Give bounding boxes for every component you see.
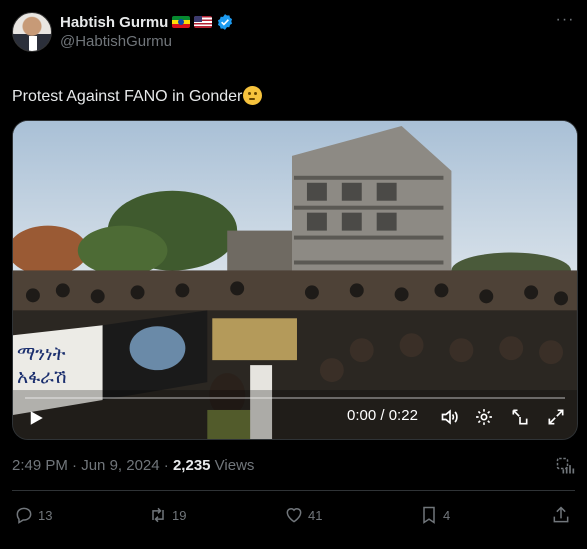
current-time: 0:00	[347, 407, 377, 424]
thinking-face-icon	[243, 86, 263, 105]
repost-button[interactable]: 19	[148, 505, 186, 525]
avatar[interactable]	[12, 12, 52, 52]
play-icon[interactable]	[27, 409, 45, 427]
video-time: 0:00 / 0:22	[347, 407, 418, 424]
reply-count: 13	[38, 507, 53, 523]
tweet-date[interactable]: Jun 9, 2024	[81, 457, 159, 474]
time-separator: /	[376, 407, 389, 424]
tweet-text-content: Protest Against FANO in Gonder	[12, 88, 243, 105]
reply-button[interactable]: 13	[14, 505, 52, 525]
duration: 0:22	[388, 407, 418, 424]
author-handle[interactable]: @HabtishGurmu	[60, 33, 172, 50]
fullscreen-icon[interactable]	[546, 407, 566, 427]
like-button[interactable]: 41	[284, 505, 322, 525]
progress-bar[interactable]	[25, 397, 565, 399]
banner-text-line-2: አፋራሽ	[17, 366, 67, 388]
repost-icon	[152, 507, 164, 523]
views-label: Views	[210, 457, 255, 474]
volume-icon[interactable]	[440, 407, 460, 427]
bookmark-icon	[423, 506, 435, 524]
repost-count: 19	[172, 507, 187, 523]
like-count: 41	[308, 507, 323, 523]
author-name-row: Habtish Gurmu	[60, 12, 234, 32]
reply-icon	[16, 507, 32, 524]
tweet-header: Habtish Gurmu @HabtishGurmu ···	[12, 12, 575, 56]
video-controls: 0:00 / 0:22	[13, 393, 577, 439]
meta-dot: ·	[67, 457, 82, 474]
share-button[interactable]	[551, 505, 571, 525]
views-count: 2,235	[172, 457, 211, 474]
more-options-icon[interactable]: ···	[555, 12, 575, 34]
heart-icon	[286, 508, 302, 523]
settings-gear-icon[interactable]	[474, 407, 494, 427]
verified-badge-icon[interactable]	[216, 13, 234, 31]
tweet-meta: 2:49 PM · Jun 9, 2024 · 2,235 Views	[12, 457, 254, 474]
divider	[12, 490, 575, 491]
meta-dot-2: ·	[159, 457, 173, 474]
bookmark-count: 4	[443, 507, 451, 523]
ethiopia-flag-icon	[172, 16, 191, 28]
share-icon	[553, 506, 569, 523]
tweet-time[interactable]: 2:49 PM	[12, 457, 68, 474]
action-bar: 13 19 41 4	[14, 505, 573, 527]
us-flag-icon	[194, 16, 213, 28]
video-player[interactable]: ማንነት አፋራሽ 0:00 / 0:22	[12, 120, 578, 440]
banner-text-line-1: ማንነት	[17, 343, 66, 365]
tweet-text: Protest Against FANO in Gonder	[12, 86, 263, 106]
bookmark-button[interactable]: 4	[419, 505, 450, 525]
author-name[interactable]: Habtish Gurmu	[60, 14, 168, 31]
analytics-icon[interactable]	[555, 456, 575, 476]
picture-in-picture-icon[interactable]	[510, 407, 530, 427]
